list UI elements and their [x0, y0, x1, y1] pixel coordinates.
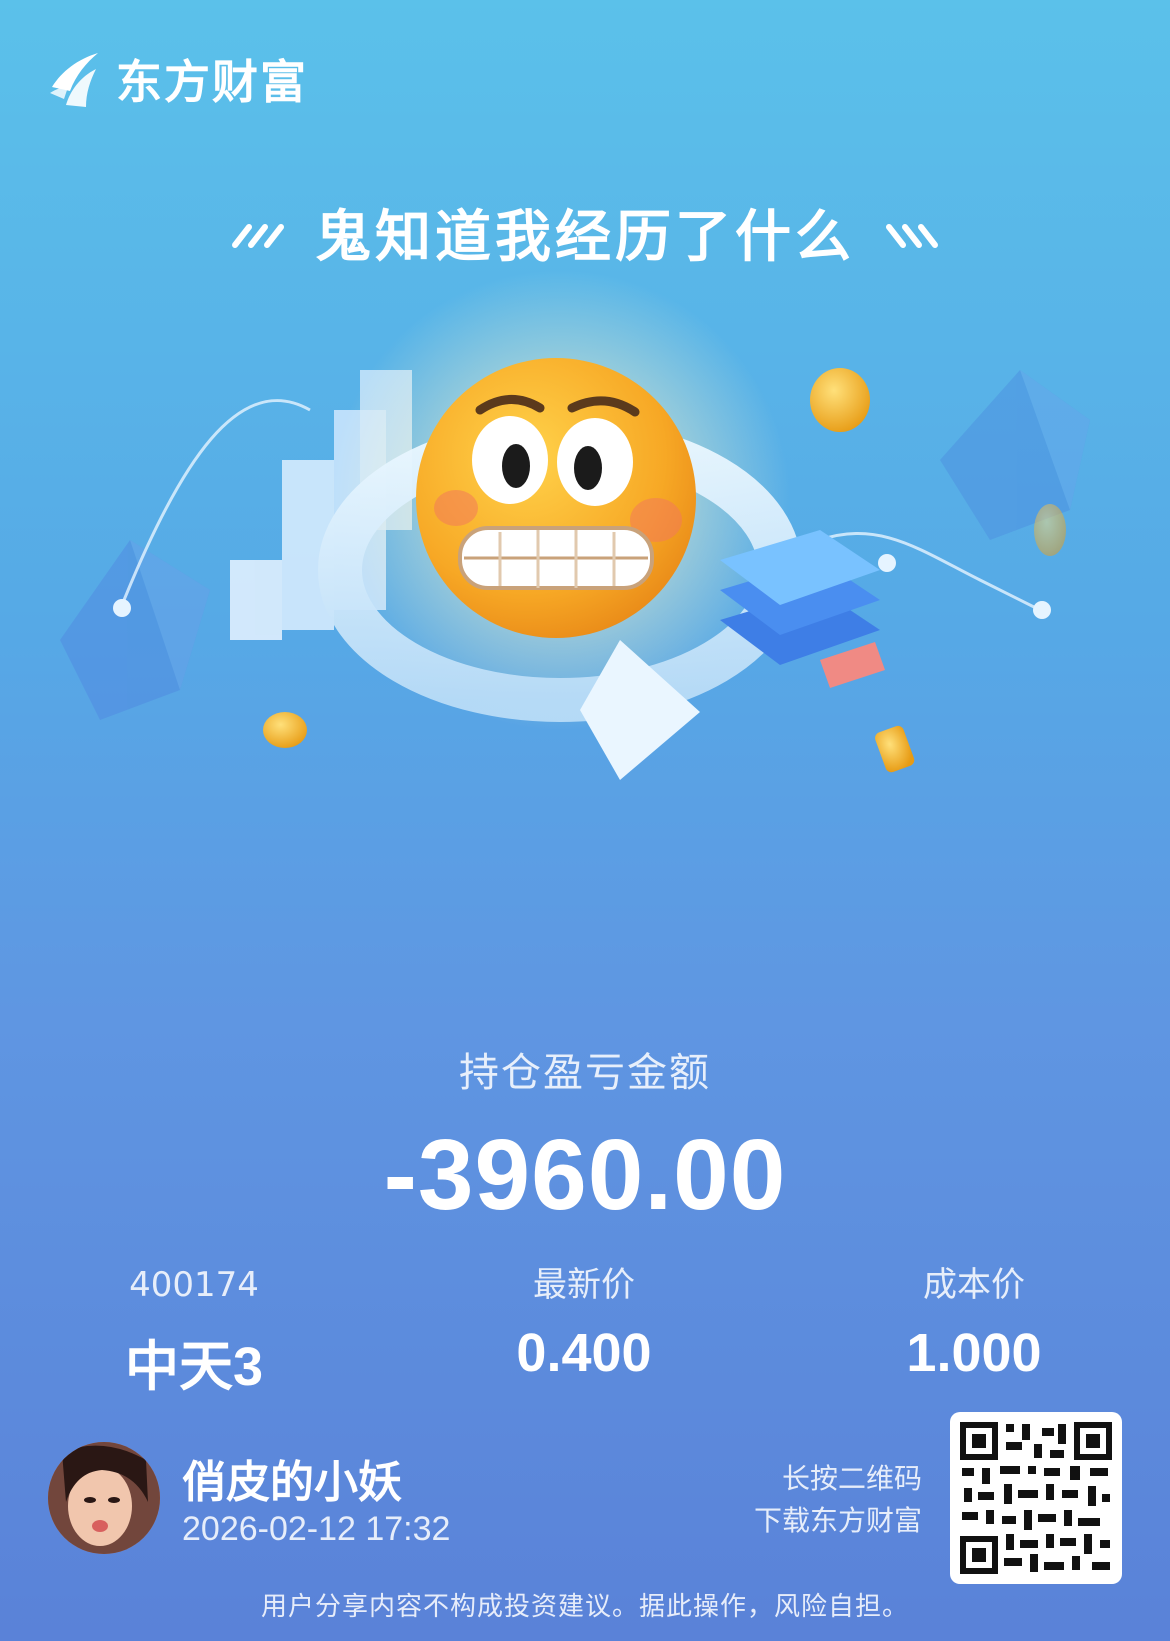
cube-right-decoration: [940, 370, 1090, 540]
stock-name: 中天3: [124, 1337, 264, 1397]
share-timestamp: 2026-02-12 17:32: [182, 1510, 451, 1548]
qr-hint-line1: 长按二维码: [781, 1462, 922, 1495]
stock-code: 400174: [129, 1265, 259, 1305]
eastmoney-logo-icon: [50, 53, 98, 107]
cost-price-value: 1.000: [906, 1323, 1042, 1383]
brand-name: 东方财富: [116, 55, 308, 109]
trend-dot: [1033, 601, 1051, 619]
coin-icon: [875, 725, 915, 773]
qr-hint: 长按二维码 下载东方财富: [754, 1458, 922, 1542]
slash-deco-right-icon: [886, 223, 938, 248]
stock-code-column: 400174 中天3: [44, 1262, 344, 1401]
last-price-value: 0.400: [516, 1323, 652, 1383]
grimacing-face-icon: [416, 358, 696, 638]
cost-price-label: 成本价: [923, 1265, 1025, 1305]
avatar: [48, 1442, 160, 1554]
pnl-value: -3960.00: [383, 1119, 787, 1231]
qr-hint-line2: 下载东方财富: [753, 1504, 922, 1537]
trend-dot: [113, 599, 131, 617]
last-price-column: 最新价 0.400: [434, 1262, 734, 1384]
slash-deco-left-icon: [232, 223, 284, 248]
last-price-label: 最新价: [533, 1265, 635, 1305]
coin-icon: [810, 368, 870, 432]
pnl-label: 持仓盈亏金额: [459, 1050, 711, 1096]
coin-icon: [1034, 504, 1066, 556]
coin-icon: [263, 712, 307, 748]
brand-header: 东方财富: [46, 44, 308, 114]
hero-illustration: [60, 270, 1090, 780]
user-name: 俏皮的小妖: [182, 1457, 402, 1508]
trend-dot: [878, 554, 896, 572]
download-qr-code[interactable]: [950, 1412, 1122, 1584]
cube-left-decoration: [60, 540, 210, 720]
cost-price-column: 成本价 1.000: [824, 1262, 1124, 1384]
risk-disclaimer: 用户分享内容不构成投资建议。据此操作，风险自担。: [260, 1592, 909, 1622]
qr-code-icon: [960, 1422, 1112, 1574]
